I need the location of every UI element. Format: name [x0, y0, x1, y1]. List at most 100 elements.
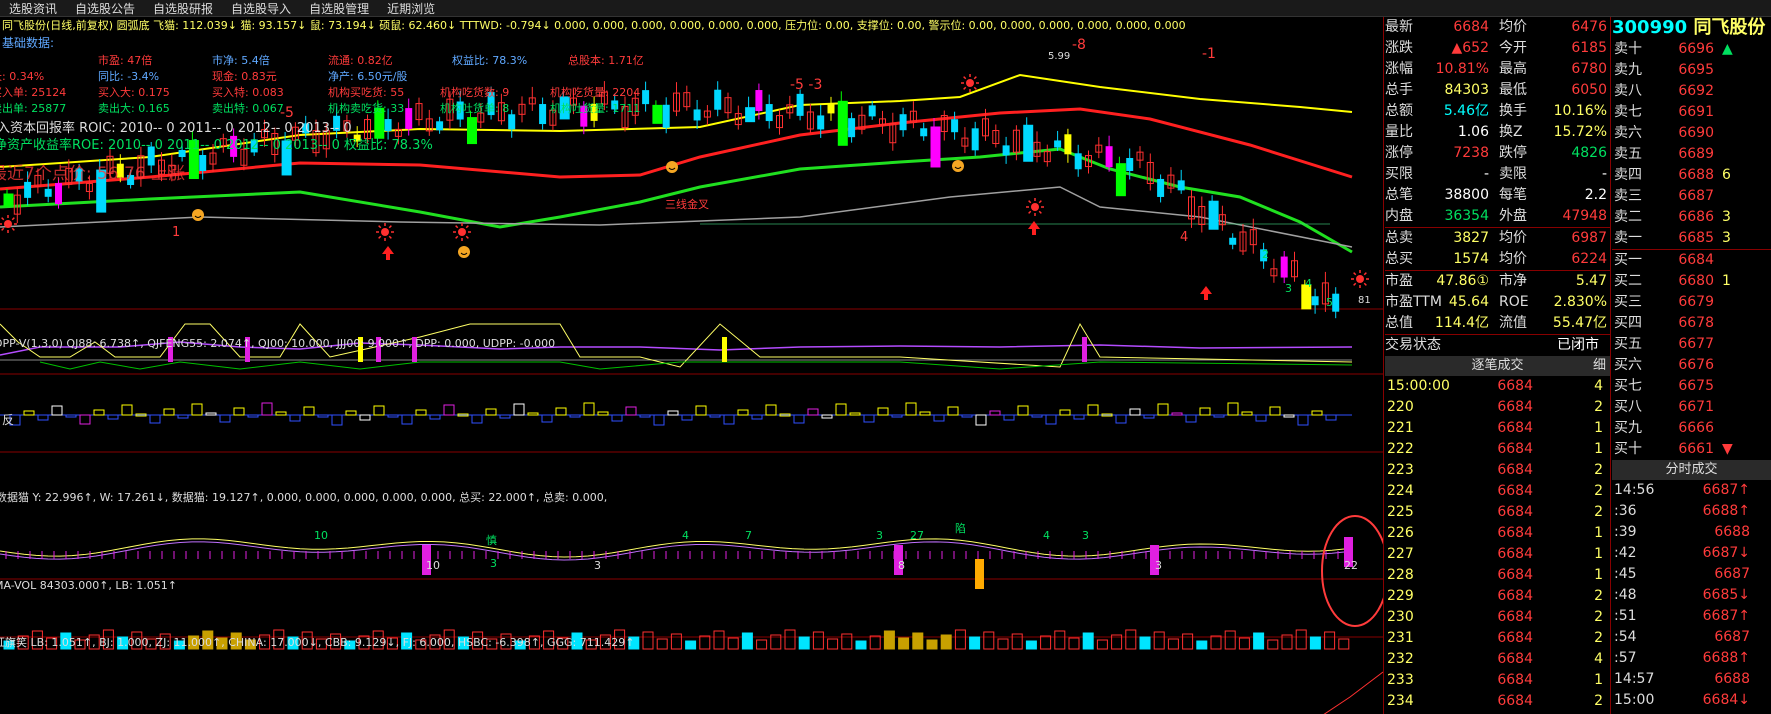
- sell-level-row[interactable]: 卖三 6687: [1612, 186, 1771, 207]
- fan-bar: [541, 414, 553, 423]
- vol-bar: [670, 633, 682, 650]
- vol-bar: [926, 639, 938, 650]
- minute-header[interactable]: 分时成交: [1612, 460, 1771, 480]
- menu-item-manage[interactable]: 自选股管理: [300, 0, 378, 17]
- candle: [518, 96, 526, 123]
- quote-value: 84303: [1444, 82, 1489, 98]
- fan-bar: [863, 414, 875, 423]
- datacat-label: 3: [1155, 559, 1162, 572]
- fan-bar: [737, 409, 749, 416]
- quote-label: 量比: [1385, 124, 1413, 140]
- trades-header[interactable]: 逐笔成交 细: [1385, 356, 1610, 376]
- quote-label: 总笔: [1385, 187, 1413, 203]
- buy-level-row[interactable]: 买三 6679: [1612, 292, 1771, 313]
- trades-detail-tab[interactable]: 细: [1593, 356, 1606, 376]
- sell-level-row[interactable]: 卖九 6695: [1612, 60, 1771, 81]
- buy-level-row[interactable]: 买一 6684: [1612, 250, 1771, 271]
- candle: [940, 110, 948, 141]
- minute-trade-row: 15:00 6684↓: [1612, 690, 1771, 711]
- sell-level-label: 卖四: [1614, 167, 1642, 183]
- quote-label: 总额: [1385, 103, 1413, 119]
- datacat-label: 4: [682, 529, 689, 542]
- minute-price: 6687: [1714, 629, 1750, 645]
- quote-value2: 6780: [1571, 61, 1607, 77]
- vol-bar: [1153, 631, 1165, 650]
- dpp-bar: [722, 337, 727, 362]
- sell-level-row[interactable]: 卖一 6685 3: [1612, 228, 1771, 249]
- sun-marker: [376, 223, 394, 241]
- sell-level-price: 6689: [1678, 146, 1714, 162]
- trade-row: 15:00:00 6684 4: [1385, 376, 1610, 397]
- fan-bar: [807, 408, 819, 416]
- buy-level-row[interactable]: 买八 6671: [1612, 397, 1771, 418]
- quote-row: 总手 84303 最低 6050: [1385, 80, 1610, 101]
- menu-bar: 选股资讯 自选股公告 自选股研报 自选股导入 自选股管理 近期浏览: [0, 0, 1771, 17]
- trade-volume: 2: [1594, 462, 1603, 478]
- quote-label: 总买: [1385, 251, 1413, 267]
- minute-time: :45: [1614, 566, 1637, 582]
- buy-level-row[interactable]: 买六 6676: [1612, 355, 1771, 376]
- vol-bar: [1040, 635, 1052, 650]
- buy-level-label: 买三: [1614, 294, 1642, 310]
- vol-bar: [883, 630, 895, 650]
- minute-time: :57: [1614, 650, 1637, 666]
- quote-row: 总卖 3827 均价 6987: [1385, 227, 1610, 249]
- kline-chart[interactable]: 同飞股份(日线,前复权) 圆弧底 飞猫: 112.039↓ 猫: 93.157↓…: [0, 17, 1383, 714]
- buy-level-label: 买一: [1614, 252, 1642, 268]
- candle: [1239, 223, 1247, 255]
- stock-code: 300990: [1612, 17, 1688, 38]
- buy-level-row[interactable]: 买九 6666: [1612, 418, 1771, 439]
- datacat-label: 3: [1082, 529, 1089, 542]
- sell-level-price: 6686: [1678, 209, 1714, 225]
- sell-level-row[interactable]: 卖六 6690: [1612, 123, 1771, 144]
- minute-trade-row: 14:57 6688: [1612, 669, 1771, 690]
- menu-item-research[interactable]: 自选股研报: [144, 0, 222, 17]
- menu-item-recent[interactable]: 近期浏览: [378, 0, 444, 17]
- buy-level-label: 买八: [1614, 399, 1642, 415]
- candle: [415, 97, 423, 126]
- buy-level-row[interactable]: 买七 6675: [1612, 376, 1771, 397]
- sell-level-row[interactable]: 卖五 6689: [1612, 144, 1771, 165]
- sell-level-row[interactable]: 卖八 6692: [1612, 81, 1771, 102]
- menu-item-import[interactable]: 自选股导入: [222, 0, 300, 17]
- minute-price: 6688↑: [1702, 503, 1750, 519]
- menu-item-stock-news[interactable]: 选股资讯: [0, 0, 66, 17]
- vol-bar: [713, 630, 725, 650]
- sell-level-row[interactable]: 卖十 6696 ▲: [1612, 39, 1771, 60]
- trade-price: 6684: [1497, 672, 1533, 688]
- quote-row: 总值 114.4亿 流值 55.47亿: [1385, 313, 1610, 334]
- fan-bar: [1171, 412, 1183, 416]
- quote-value: 7238: [1453, 145, 1489, 161]
- trade-row: 222 6684 1: [1385, 439, 1610, 460]
- minute-price: 6685↓: [1702, 587, 1750, 603]
- buy-level-row[interactable]: 买二 6680 1: [1612, 271, 1771, 292]
- datacat-purple-line: [0, 541, 1345, 561]
- sell-level-row[interactable]: 卖四 6688 6: [1612, 165, 1771, 186]
- candle: [837, 91, 848, 146]
- menu-item-announcements[interactable]: 自选股公告: [66, 0, 144, 17]
- sell-level-row[interactable]: 卖二 6686 3: [1612, 207, 1771, 228]
- minute-price: 6688↑: [1702, 650, 1750, 666]
- sell-level-qty: [1714, 60, 1771, 81]
- fin-buy-big: 买入大: 0.175: [98, 85, 170, 99]
- fan-bar: [625, 406, 637, 416]
- kline-chart-area[interactable]: 同飞股份(日线,前复权) 圆弧底 飞猫: 112.039↓ 猫: 93.157↓…: [0, 17, 1383, 714]
- trade-volume: 2: [1594, 588, 1603, 604]
- trades-title: 逐笔成交: [1471, 358, 1524, 373]
- trade-volume: 2: [1594, 609, 1603, 625]
- fan-bar: [989, 410, 1001, 416]
- main-price-panel: [0, 73, 1369, 319]
- candle: [1311, 288, 1319, 314]
- minute-time: 14:57: [1614, 671, 1655, 687]
- buy-level-row[interactable]: 买五 6677: [1612, 334, 1771, 355]
- buy-level-row[interactable]: 买十 6661 ▼: [1612, 439, 1771, 460]
- buy-level-row[interactable]: 买四 6678: [1612, 313, 1771, 334]
- quote-value2: 6185: [1571, 40, 1607, 56]
- vol-bar: [656, 638, 668, 650]
- quote-label2: 市净: [1499, 273, 1527, 289]
- datacat-label: 27: [910, 529, 924, 542]
- smiley-marker: [952, 160, 964, 172]
- fan-bar: [793, 414, 805, 424]
- candle: [879, 110, 886, 134]
- sell-level-row[interactable]: 卖七 6691: [1612, 102, 1771, 123]
